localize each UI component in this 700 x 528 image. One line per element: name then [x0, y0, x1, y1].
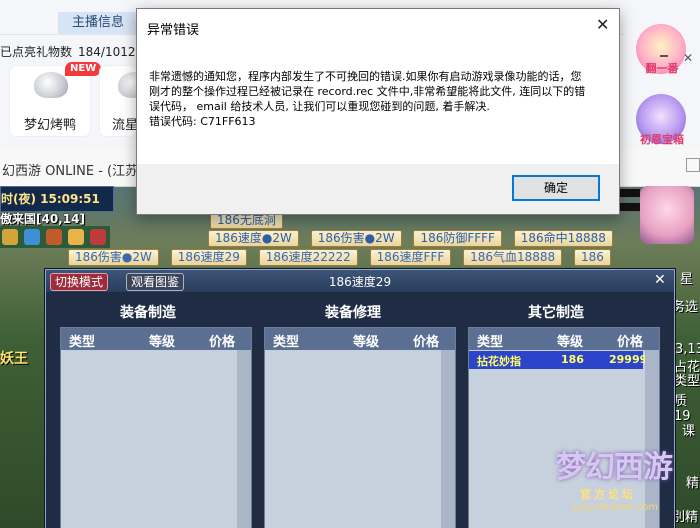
- column-title-equipment-making: 装备制造: [120, 305, 176, 321]
- list-header: 类型 等级 价格: [469, 328, 659, 350]
- side-bars: [617, 188, 641, 222]
- minimize-icon[interactable]: [660, 55, 668, 57]
- stall-sign[interactable]: 186伤害●2W: [310, 230, 402, 247]
- side-text: 课: [682, 424, 696, 439]
- column-title-equipment-repair: 装备修理: [325, 305, 381, 321]
- stall-sign[interactable]: 186速度22222: [258, 249, 358, 266]
- bag-icon[interactable]: [2, 229, 18, 245]
- npc-name: 妖王: [0, 351, 28, 367]
- stall-row: 186伤害●2W 186速度29 186速度22222 186速度FFF 186…: [68, 249, 619, 266]
- shop-close-icon[interactable]: ✕: [654, 272, 666, 288]
- stall-sign[interactable]: 186: [574, 249, 611, 266]
- watermark-title: 梦幻西游: [556, 450, 673, 485]
- stall-sign[interactable]: 186伤害●2W: [68, 249, 159, 266]
- switch-mode-button[interactable]: 切换模式: [50, 273, 109, 291]
- list-header: 类型 等级 价格: [265, 328, 455, 350]
- row-level: 186: [561, 353, 584, 366]
- row-type: 拈花妙指: [477, 355, 521, 368]
- header-price: 价格: [209, 335, 236, 350]
- game-window-title: 幻西游 ONLINE - (江苏1: [2, 164, 147, 179]
- roast-duck-icon: [34, 72, 68, 98]
- watermark-subtitle: 官方论坛: [580, 488, 636, 501]
- error-message-text: 非常遗憾的通知您，程序内部发生了不可挽回的错误.如果你有启动游戏录像功能的话，您…: [149, 70, 586, 113]
- gift-card-name: 梦幻烤鸭: [23, 118, 76, 133]
- header-level: 等级: [353, 335, 380, 350]
- gift-count-value: 184/1012: [78, 45, 136, 59]
- header-price: 价格: [617, 335, 644, 350]
- promo-label-box: 初恩宝箱: [640, 133, 684, 146]
- meteor-icon: [118, 72, 136, 98]
- gift-count-label: 已点亮礼物数: [0, 45, 73, 59]
- side-text: 3,13: [675, 342, 700, 357]
- book-icon[interactable]: [68, 229, 84, 245]
- dialog-message: 非常遗憾的通知您，程序内部发生了不可挽回的错误.如果你有启动游戏录像功能的话，您…: [149, 69, 589, 129]
- equipment-repair-list[interactable]: 类型 等级 价格: [264, 327, 456, 528]
- side-text: 质19: [674, 394, 691, 424]
- side-text: 类型: [674, 374, 700, 389]
- table-row[interactable]: 拈花妙指 186 29999: [469, 351, 647, 369]
- list-scrollbar[interactable]: [237, 350, 251, 528]
- calendar-icon[interactable]: [90, 229, 106, 245]
- header-level: 等级: [149, 335, 176, 350]
- forum-watermark-logo: 梦幻西游 官方论坛 xyq.netease.com: [552, 442, 694, 518]
- stall-row: 186速度●2W 186伤害●2W 186防御FFFF 186命中18888: [208, 230, 621, 247]
- stall-sign[interactable]: 186速度●2W: [208, 230, 299, 247]
- ok-button[interactable]: 确定: [512, 175, 600, 201]
- new-badge: NEW: [65, 62, 102, 76]
- watermark-url: xyq.netease.com: [572, 502, 658, 513]
- stall-sign[interactable]: 186速度29: [170, 249, 247, 266]
- gift-count-line: 已点亮礼物数 184/1012: [0, 43, 136, 60]
- toolbar-icons: [0, 226, 110, 248]
- map-location: 傲来国[40,14]: [0, 212, 85, 226]
- error-dialog: 异常错误 ✕ 非常遗憾的通知您，程序内部发生了不可挽回的错误.如果你有启动游戏录…: [136, 8, 620, 215]
- header-type: 类型: [69, 335, 96, 350]
- game-clock: 时(夜) 15:09:51: [0, 186, 114, 212]
- close-icon[interactable]: ✕: [683, 51, 693, 65]
- view-catalog-button[interactable]: 观看图鉴: [126, 273, 185, 291]
- gift-card-name: 流星: [112, 118, 136, 133]
- error-code: 错误代码: C71FF613: [149, 115, 256, 128]
- side-text: 星: [680, 272, 694, 287]
- shop-topbar: 186速度29 切换模式 观看图鉴 ✕: [46, 270, 674, 292]
- row-price: 29999: [609, 353, 648, 366]
- stall-sign[interactable]: 186速度FFF: [369, 249, 452, 266]
- equipment-making-list[interactable]: 类型 等级 价格: [60, 327, 252, 528]
- header-type: 类型: [273, 335, 300, 350]
- list-header: 类型 等级 价格: [61, 328, 251, 350]
- gift-card[interactable]: NEW 梦幻烤鸭: [10, 62, 102, 136]
- dialog-footer: 确定: [137, 164, 619, 214]
- stall-sign[interactable]: 186防御FFFF: [413, 230, 502, 247]
- stall-sign[interactable]: 186命中18888: [513, 230, 613, 247]
- dialog-close-icon[interactable]: ✕: [596, 15, 609, 34]
- header-type: 类型: [477, 335, 504, 350]
- promo-column: 翻一番 初恩宝箱: [624, 20, 700, 150]
- side-text: 务选: [672, 300, 699, 315]
- list-scrollbar[interactable]: [441, 350, 455, 528]
- gift-card[interactable]: 流星: [100, 66, 136, 136]
- player-avatar[interactable]: [640, 186, 694, 244]
- header-level: 等级: [557, 335, 584, 350]
- dialog-title: 异常错误: [147, 23, 200, 38]
- column-title-other-making: 其它制造: [528, 305, 584, 321]
- scroll-icon[interactable]: [46, 229, 62, 245]
- stall-sign[interactable]: 186气血18888: [463, 249, 563, 266]
- compass-icon[interactable]: [24, 229, 40, 245]
- maximize-icon[interactable]: [686, 158, 700, 172]
- header-price: 价格: [413, 335, 440, 350]
- tab-streamer-info[interactable]: 主播信息: [58, 12, 138, 34]
